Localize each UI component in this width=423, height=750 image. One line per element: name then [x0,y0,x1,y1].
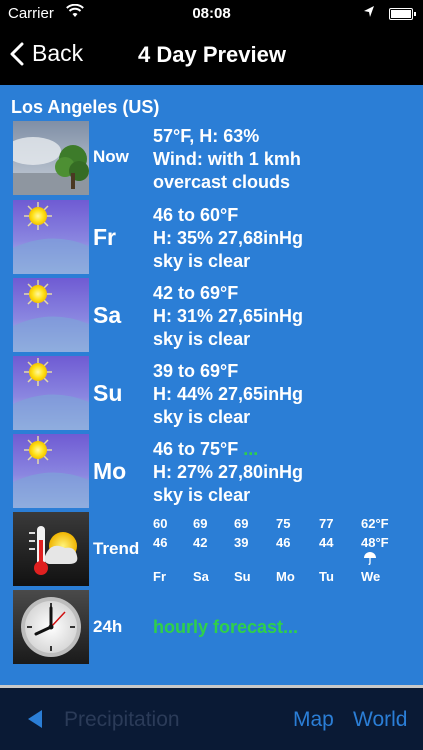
trend-day: We [361,569,381,584]
trend-column: 69 39 Su [234,516,251,584]
back-button[interactable]: Back [10,40,83,67]
world-button[interactable]: World [353,708,407,732]
wind-line: Wind: with 1 kmh [153,149,301,169]
trend-low: 48°F [361,535,389,550]
trend-column: 69 42 Sa [193,516,209,584]
forecast-panel: Los Angeles (US) Now 57°F, H: 63% Wind: … [0,85,423,688]
navigation-bar: Back 4 Day Preview [0,28,423,85]
cloudy-tree-icon [13,121,89,195]
hourly-forecast-link[interactable]: hourly forecast... [153,616,298,639]
previous-arrow-icon[interactable] [26,709,44,735]
trend-low: 44 [319,535,334,550]
battery-icon [389,8,416,20]
trend-low: 46 [153,535,168,550]
day-label: Mo [93,458,127,484]
condition-line: sky is clear [153,329,251,349]
thermometer-sun-icon [13,512,89,586]
more-indicator[interactable]: ... [243,439,258,459]
temperature-range: 46 to 75°F [153,439,239,459]
trend-day: Su [234,569,251,584]
trend-low: 39 [234,535,249,550]
clock-icon [13,590,89,664]
trend-high: 60 [153,516,168,531]
trend-row[interactable]: Trend 60 46 Fr 69 42 Sa 69 39 Su 75 46 M… [13,512,413,588]
trend-label: Trend [93,539,140,558]
day-label: Fr [93,224,116,250]
humidity-pressure-line: H: 27% 27,80inHg [153,462,304,482]
sun-icon [13,278,89,352]
trend-low: 42 [193,535,208,550]
page-title: 4 Day Preview [138,42,286,67]
trend-day: Fr [153,569,166,584]
condition-line: sky is clear [153,251,251,271]
humidity-pressure-line: H: 31% 27,65inHg [153,306,304,326]
trend-day: Tu [319,569,334,584]
trend-column: 60 46 Fr [153,516,167,584]
trend-day: Sa [193,569,209,584]
trend-column: 62°F 48°F We [361,516,389,584]
bottom-toolbar: Precipitation Map World [0,688,423,750]
condition-line: sky is clear [153,485,251,505]
day-label: Now [93,147,129,166]
forecast-row-now[interactable]: Now 57°F, H: 63% Wind: with 1 kmh overca… [13,121,413,197]
forecast-row-fr[interactable]: Fr 46 to 60°F H: 35% 27,68inHg sky is cl… [13,200,413,276]
hourly-row[interactable]: 24h hourly forecast... [13,590,413,666]
humidity-pressure-line: H: 35% 27,68inHg [153,228,304,248]
day-label: Su [93,380,123,406]
umbrella-icon [361,550,389,565]
weather-details: 57°F, H: 63% Wind: with 1 kmh overcast c… [153,125,301,194]
weather-details: 46 to 60°F H: 35% 27,68inHg sky is clear [153,204,303,273]
weather-details: 39 to 69°F H: 44% 27,65inHg sky is clear [153,360,303,429]
temperature-line: 39 to 69°F [153,361,239,381]
forecast-row-sa[interactable]: Sa 42 to 69°F H: 31% 27,65inHg sky is cl… [13,278,413,354]
trend-high: 69 [234,516,249,531]
trend-low: 46 [276,535,291,550]
trend-column: 75 46 Mo [276,516,295,584]
trend-day: Mo [276,569,295,584]
trend-high: 75 [276,516,291,531]
temperature-line: 42 to 69°F [153,283,239,303]
trend-high: 77 [319,516,334,531]
hourly-label: 24h [93,617,123,636]
condition-line: overcast clouds [153,172,291,192]
trend-column: 77 44 Tu [319,516,334,584]
humidity-pressure-line: H: 44% 27,65inHg [153,384,304,404]
sun-icon [13,356,89,430]
hourly-forecast-link-text[interactable]: hourly forecast... [153,617,298,637]
temperature-line: 46 to 75°F ... [153,438,303,461]
clock-time: 08:08 [192,5,231,22]
sun-icon [13,200,89,274]
temperature-line: 57°F, H: 63% [153,126,260,146]
forecast-row-mo[interactable]: Mo 46 to 75°F ... H: 27% 27,80inHg sky i… [13,434,413,510]
day-label: Sa [93,302,122,328]
trend-high: 69 [193,516,208,531]
weather-details: 46 to 75°F ... H: 27% 27,80inHg sky is c… [153,438,303,507]
back-label: Back [32,40,84,66]
temperature-line: 46 to 60°F [153,205,239,225]
location-arrow-icon [363,5,375,22]
weather-details: 42 to 69°F H: 31% 27,65inHg sky is clear [153,282,303,351]
precipitation-button[interactable]: Precipitation [64,708,180,732]
condition-line: sky is clear [153,407,251,427]
sun-icon [13,434,89,508]
city-name: Los Angeles (US) [11,97,160,117]
chevron-left-icon [10,42,24,65]
status-bar: Carrier 08:08 [0,0,423,28]
trend-high: 62°F [361,516,389,531]
map-button[interactable]: Map [293,708,334,732]
forecast-row-su[interactable]: Su 39 to 69°F H: 44% 27,65inHg sky is cl… [13,356,413,432]
